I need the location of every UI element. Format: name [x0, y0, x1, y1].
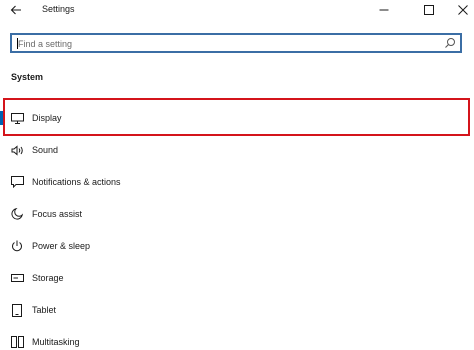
nav-label-notifications: Notifications & actions [32, 177, 121, 187]
maximize-icon [424, 5, 434, 15]
title-bar: Settings [0, 0, 474, 22]
minimize-icon [379, 9, 389, 11]
section-title: System [11, 72, 44, 82]
nav-item-sound[interactable]: Sound [0, 134, 474, 166]
storage-icon [10, 271, 24, 285]
nav-item-notifications[interactable]: Notifications & actions [0, 166, 474, 198]
search-input[interactable] [18, 37, 438, 51]
back-button[interactable] [6, 1, 26, 19]
nav-label-sound: Sound [32, 145, 59, 155]
moon-icon [10, 207, 24, 221]
nav-item-multitasking[interactable]: Multitasking [0, 326, 474, 350]
nav-item-tablet[interactable]: Tablet [0, 294, 474, 326]
text-caret [17, 38, 18, 49]
nav-item-display[interactable]: Display [0, 102, 474, 134]
tablet-icon [10, 303, 24, 317]
nav-item-storage[interactable]: Storage [0, 262, 474, 294]
speaker-icon [10, 143, 24, 157]
nav-item-focus-assist[interactable]: Focus assist [0, 198, 474, 230]
close-icon [458, 5, 468, 15]
nav-label-tablet: Tablet [32, 305, 57, 315]
nav-label-focus-assist: Focus assist [32, 209, 83, 219]
window-title: Settings [42, 4, 75, 14]
nav-label-multitasking: Multitasking [32, 337, 80, 347]
minimize-button[interactable] [367, 0, 401, 20]
back-arrow-icon [10, 5, 21, 15]
search-icon[interactable] [444, 37, 456, 49]
notification-icon [10, 175, 24, 189]
nav-label-power-sleep: Power & sleep [32, 241, 91, 251]
maximize-button[interactable] [412, 0, 446, 20]
nav-label-storage: Storage [32, 273, 64, 283]
monitor-icon [10, 111, 24, 125]
nav-label-display: Display [32, 113, 62, 123]
search-box[interactable] [10, 33, 462, 53]
settings-window: Settings System [0, 0, 474, 350]
power-icon [10, 239, 24, 253]
selected-indicator [0, 111, 3, 125]
nav-item-power-sleep[interactable]: Power & sleep [0, 230, 474, 262]
close-button[interactable] [446, 0, 474, 20]
multitasking-icon [10, 335, 24, 349]
